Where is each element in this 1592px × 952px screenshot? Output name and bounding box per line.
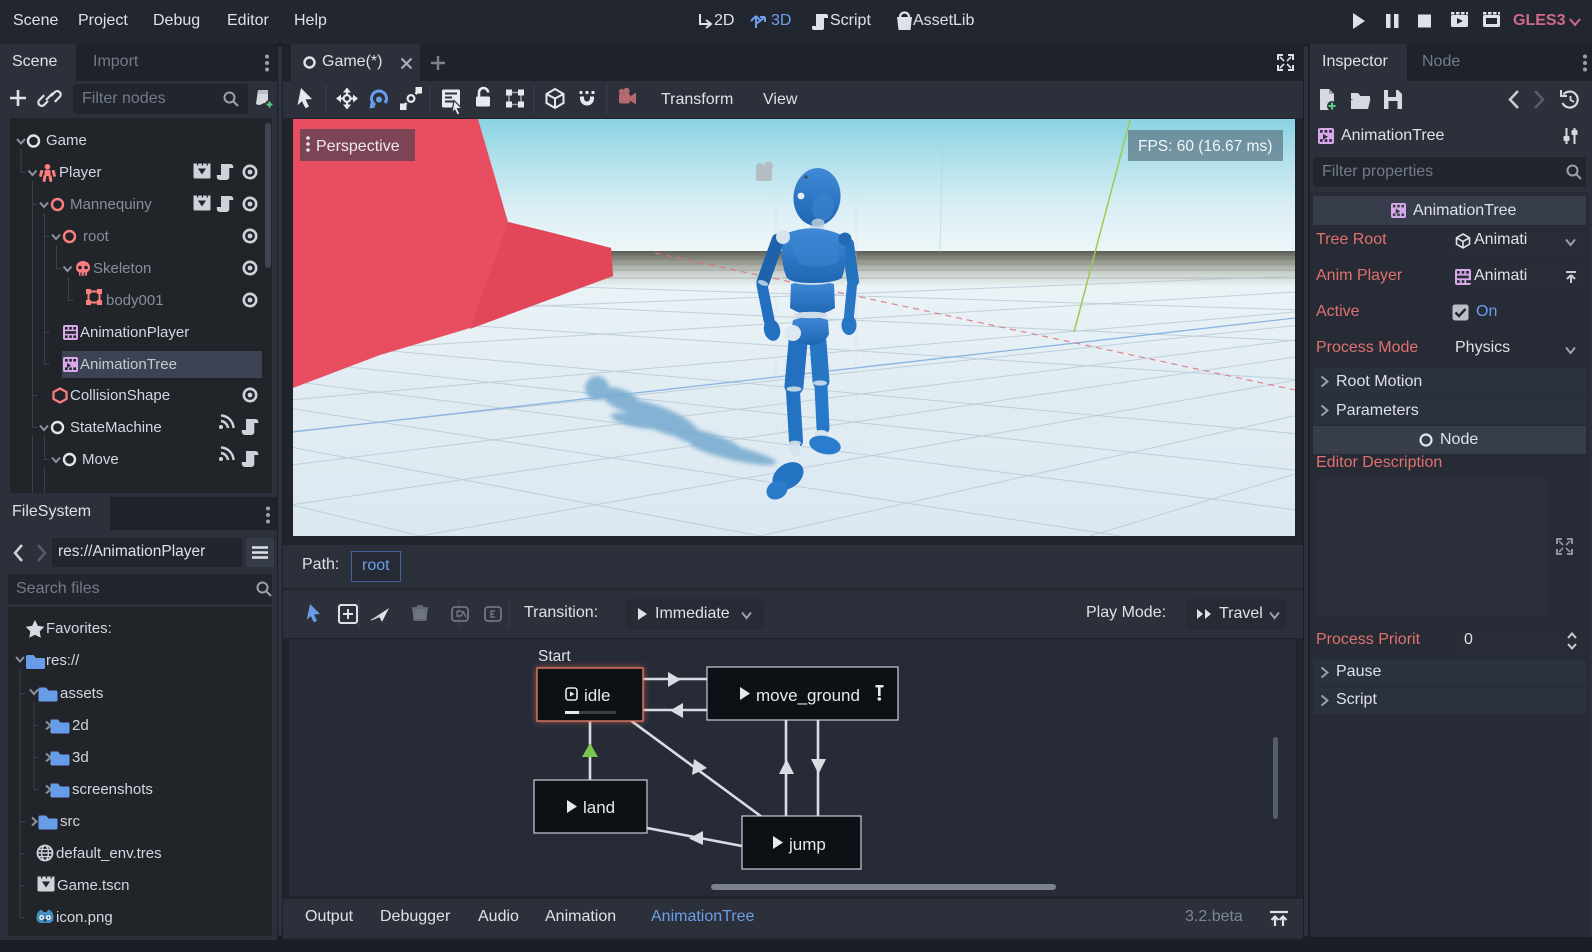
svg-text:jump: jump (788, 835, 826, 854)
svg-text:land: land (583, 798, 615, 817)
svg-text:Perspective: Perspective (316, 138, 400, 155)
svg-text:move_ground: move_ground (756, 686, 860, 705)
svg-text:idle: idle (584, 686, 610, 705)
svg-text:FPS: 60 (16.67 ms): FPS: 60 (16.67 ms) (1138, 138, 1272, 155)
svg-text:Start: Start (538, 648, 571, 665)
